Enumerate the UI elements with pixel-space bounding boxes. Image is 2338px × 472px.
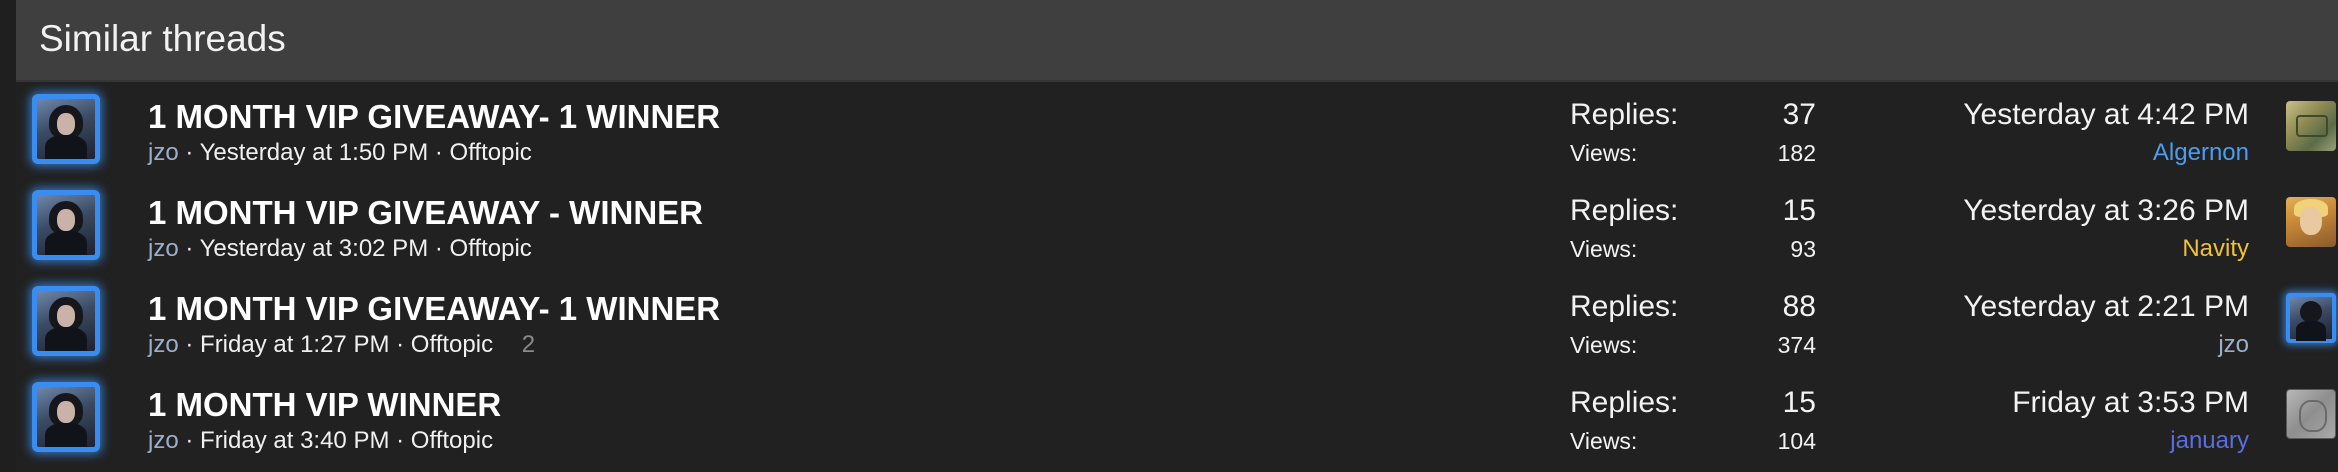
replies-count: 37 bbox=[1782, 98, 1816, 131]
last-poster-link[interactable]: jzo bbox=[2218, 331, 2249, 359]
author-avatar[interactable] bbox=[32, 94, 100, 164]
meta-separator: · bbox=[185, 139, 194, 166]
last-poster-avatar[interactable] bbox=[2286, 389, 2336, 439]
replies-label: Replies: bbox=[1570, 194, 1679, 227]
thread-start-date[interactable]: Yesterday at 1:50 PM bbox=[200, 139, 429, 166]
last-poster-link[interactable]: january bbox=[2170, 427, 2249, 455]
thread-start-date[interactable]: Yesterday at 3:02 PM bbox=[200, 235, 429, 262]
thread-meta: jzo · Friday at 1:27 PM · Offtopic 2 bbox=[148, 331, 535, 359]
thread-meta: jzo · Yesterday at 1:50 PM · Offtopic bbox=[148, 139, 532, 167]
meta-separator: · bbox=[434, 235, 443, 262]
views-label: Views: bbox=[1570, 140, 1638, 166]
replies-label: Replies: bbox=[1570, 98, 1679, 131]
thread-meta: jzo · Yesterday at 3:02 PM · Offtopic bbox=[148, 235, 532, 263]
thread-forum-link[interactable]: Offtopic bbox=[411, 427, 493, 454]
block-title: Similar threads bbox=[39, 18, 286, 59]
last-post-time-link[interactable]: Yesterday at 3:26 PM bbox=[1963, 194, 2249, 228]
last-poster-link[interactable]: Navity bbox=[2182, 235, 2249, 263]
thread-forum-link[interactable]: Offtopic bbox=[450, 235, 532, 262]
views-label: Views: bbox=[1570, 236, 1638, 262]
last-poster-avatar[interactable] bbox=[2286, 101, 2336, 151]
replies-label: Replies: bbox=[1570, 386, 1679, 419]
views-label: Views: bbox=[1570, 428, 1638, 454]
thread-row[interactable]: 1 MONTH VIP GIVEAWAY - WINNER jzo · Yest… bbox=[16, 182, 2338, 278]
views-count: 182 bbox=[1777, 140, 1816, 166]
meta-separator: · bbox=[396, 331, 405, 358]
thread-author-link[interactable]: jzo bbox=[148, 427, 179, 454]
meta-separator: · bbox=[185, 331, 194, 358]
meta-separator: · bbox=[185, 427, 194, 454]
last-post-time-link[interactable]: Yesterday at 2:21 PM bbox=[1963, 290, 2249, 324]
thread-title-link[interactable]: 1 MONTH VIP WINNER bbox=[148, 386, 501, 424]
thread-page-link[interactable]: 2 bbox=[522, 331, 535, 358]
thread-title-link[interactable]: 1 MONTH VIP GIVEAWAY- 1 WINNER bbox=[148, 98, 720, 136]
replies-count: 15 bbox=[1782, 194, 1816, 227]
thread-author-link[interactable]: jzo bbox=[148, 139, 179, 166]
author-avatar[interactable] bbox=[32, 190, 100, 260]
thread-row[interactable]: 1 MONTH VIP GIVEAWAY- 1 WINNER jzo · Yes… bbox=[16, 86, 2338, 182]
last-poster-link[interactable]: Algernon bbox=[2153, 139, 2249, 167]
thread-title-link[interactable]: 1 MONTH VIP GIVEAWAY- 1 WINNER bbox=[148, 290, 720, 328]
thread-forum-link[interactable]: Offtopic bbox=[450, 139, 532, 166]
replies-label: Replies: bbox=[1570, 290, 1679, 323]
thread-start-date[interactable]: Friday at 1:27 PM bbox=[200, 331, 389, 358]
thread-author-link[interactable]: jzo bbox=[148, 235, 179, 262]
meta-separator: · bbox=[396, 427, 405, 454]
thread-author-link[interactable]: jzo bbox=[148, 331, 179, 358]
meta-separator: · bbox=[434, 139, 443, 166]
block-header: Similar threads bbox=[16, 0, 2338, 82]
author-avatar[interactable] bbox=[32, 286, 100, 356]
thread-start-date[interactable]: Friday at 3:40 PM bbox=[200, 427, 389, 454]
last-post-time-link[interactable]: Yesterday at 4:42 PM bbox=[1963, 98, 2249, 132]
meta-separator: · bbox=[185, 235, 194, 262]
similar-threads-block: Similar threads 1 MONTH VIP GIVEAWAY- 1 … bbox=[16, 0, 2338, 472]
thread-row[interactable]: 1 MONTH VIP WINNER jzo · Friday at 3:40 … bbox=[16, 374, 2338, 470]
thread-meta: jzo · Friday at 3:40 PM · Offtopic bbox=[148, 427, 493, 455]
last-poster-avatar[interactable] bbox=[2286, 293, 2336, 343]
replies-count: 88 bbox=[1782, 290, 1816, 323]
views-count: 104 bbox=[1777, 428, 1816, 454]
thread-title-link[interactable]: 1 MONTH VIP GIVEAWAY - WINNER bbox=[148, 194, 703, 232]
views-label: Views: bbox=[1570, 332, 1638, 358]
author-avatar[interactable] bbox=[32, 382, 100, 452]
last-poster-avatar[interactable] bbox=[2286, 197, 2336, 247]
thread-forum-link[interactable]: Offtopic bbox=[411, 331, 493, 358]
views-count: 374 bbox=[1777, 332, 1816, 358]
last-post-time-link[interactable]: Friday at 3:53 PM bbox=[2012, 386, 2249, 420]
views-count: 93 bbox=[1790, 236, 1816, 262]
thread-row[interactable]: 1 MONTH VIP GIVEAWAY- 1 WINNER jzo · Fri… bbox=[16, 278, 2338, 374]
replies-count: 15 bbox=[1782, 386, 1816, 419]
